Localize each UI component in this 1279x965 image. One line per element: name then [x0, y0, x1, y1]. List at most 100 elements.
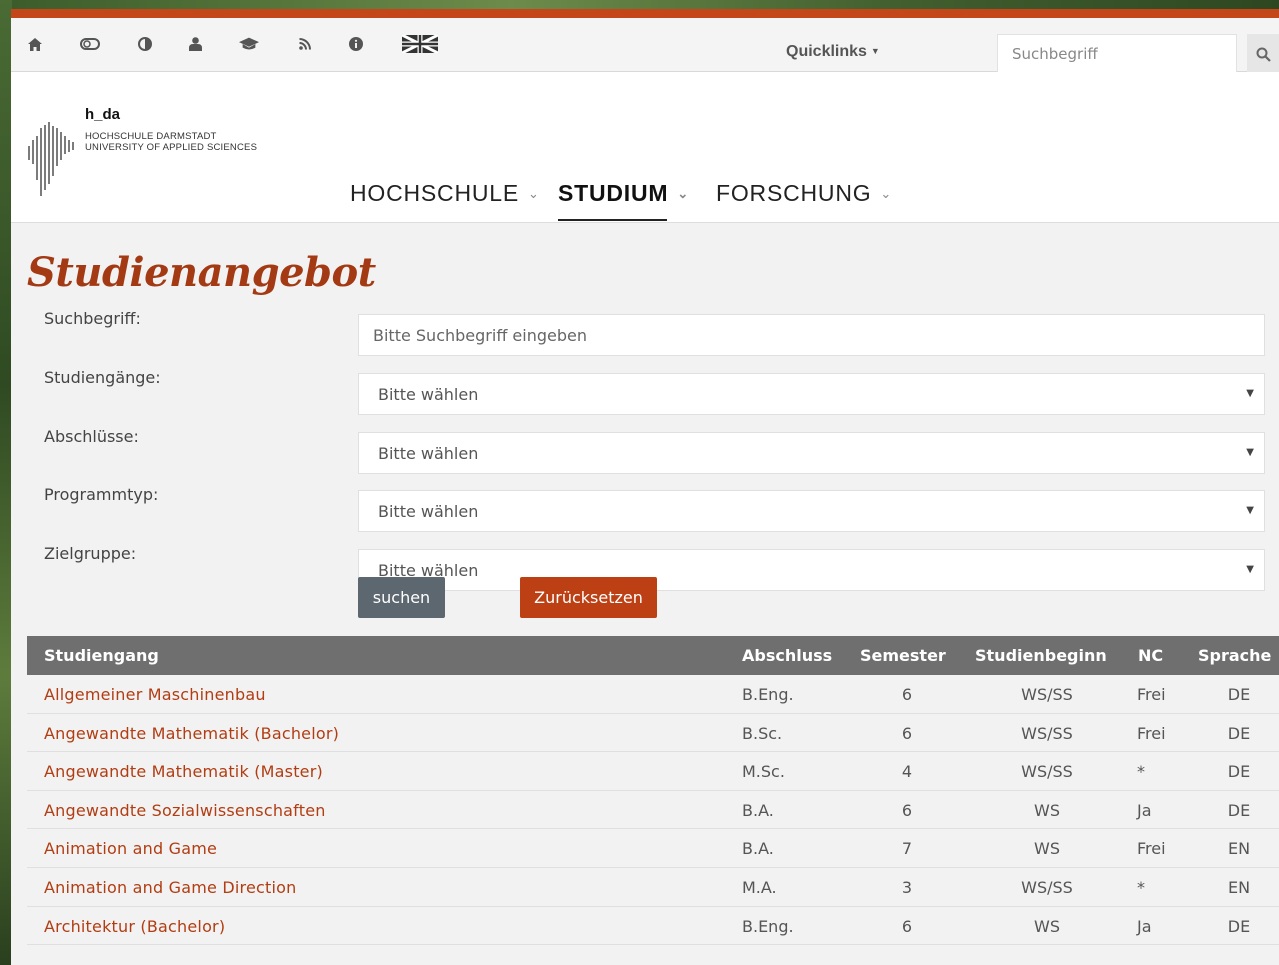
- cell-studienbeginn: WS/SS: [1021, 685, 1073, 704]
- cell-semester: 7: [901, 839, 913, 859]
- cell-semester: 6: [901, 916, 913, 936]
- cell-nc: Frei: [1137, 723, 1166, 743]
- program-link[interactable]: Angewandte Mathematik (Master): [44, 762, 323, 781]
- cell-nc: *: [1137, 762, 1145, 782]
- column-header-abschluss[interactable]: Abschluss: [742, 646, 832, 665]
- programmtyp-value: Bitte wählen: [378, 501, 479, 521]
- table-header: Studiengang Abschluss Semester Studienbe…: [27, 636, 1279, 675]
- select-arrow-icon: ▼: [1246, 564, 1254, 575]
- table-row: Animation and Game B.A. 7 WS Frei EN: [27, 829, 1279, 868]
- programmtyp-label: Programmtyp:: [44, 485, 159, 504]
- chevron-down-icon: ⌄: [677, 186, 690, 201]
- search-submit-button[interactable]: suchen: [358, 577, 445, 618]
- zielgruppe-select[interactable]: Bitte wählen ▼: [358, 549, 1265, 591]
- cell-nc: Frei: [1137, 685, 1166, 704]
- results-table: Studiengang Abschluss Semester Studienbe…: [27, 636, 1279, 946]
- column-header-studienbeginn[interactable]: Studienbeginn: [975, 646, 1107, 665]
- cell-semester: 6: [901, 723, 913, 743]
- abschluesse-value: Bitte wählen: [378, 443, 479, 463]
- chevron-down-icon: ⌄: [880, 186, 893, 201]
- global-search-input[interactable]: [997, 34, 1237, 74]
- home-icon[interactable]: [25, 34, 45, 54]
- table-row: Angewandte Mathematik (Bachelor) B.Sc. 6…: [27, 713, 1279, 753]
- studiengaenge-select[interactable]: Bitte wählen ▼: [358, 373, 1265, 415]
- cell-sprache: DE: [1227, 916, 1251, 936]
- select-arrow-icon: ▼: [1246, 505, 1254, 516]
- cell-studienbeginn: WS/SS: [1021, 877, 1073, 897]
- logo-icon[interactable]: [27, 122, 79, 196]
- logo-name[interactable]: h_da: [85, 106, 120, 123]
- info-icon[interactable]: [346, 34, 366, 54]
- cell-abschluss: M.A.: [742, 877, 777, 897]
- nav-item-hochschule[interactable]: HOCHSCHULE ⌄: [350, 180, 540, 207]
- search-icon: [1256, 47, 1271, 62]
- cell-semester: 3: [901, 877, 913, 897]
- cell-studienbeginn: WS: [1034, 839, 1060, 859]
- column-header-nc[interactable]: NC: [1138, 646, 1163, 665]
- zielgruppe-label: Zielgruppe:: [44, 544, 137, 563]
- programmtyp-select[interactable]: Bitte wählen ▼: [358, 490, 1265, 532]
- table-row: Animation and Game Direction M.A. 3 WS/S…: [27, 867, 1279, 907]
- site-header: h_da HOCHSCHULE DARMSTADT UNIVERSITY OF …: [11, 72, 1279, 223]
- chevron-down-icon: ⌄: [528, 186, 540, 201]
- cell-sprache: DE: [1227, 800, 1251, 820]
- cell-abschluss: B.A.: [742, 800, 774, 820]
- quicklinks-menu[interactable]: Quicklinks ▼: [786, 43, 880, 61]
- program-link[interactable]: Animation and Game: [44, 839, 217, 858]
- cell-nc: Ja: [1137, 916, 1152, 936]
- cell-nc: *: [1137, 877, 1145, 897]
- search-term-label: Suchbegriff:: [44, 309, 141, 328]
- column-header-semester[interactable]: Semester: [860, 646, 946, 665]
- column-header-studiengang[interactable]: Studiengang: [44, 646, 159, 665]
- main-content: Studienangebot Suchbegriff: Studiengänge…: [11, 223, 1279, 965]
- user-icon[interactable]: [185, 34, 205, 54]
- search-term-input[interactable]: [373, 325, 1264, 345]
- studiengaenge-label: Studiengänge:: [44, 368, 161, 387]
- cell-sprache: EN: [1227, 839, 1251, 859]
- cell-nc: Ja: [1137, 800, 1152, 820]
- program-link[interactable]: Angewandte Sozialwissenschaften: [44, 801, 326, 820]
- cell-abschluss: B.A.: [742, 839, 774, 859]
- page-title: Studienangebot: [27, 249, 376, 296]
- nav-item-forschung[interactable]: FORSCHUNG ⌄: [716, 180, 892, 207]
- uk-flag-icon[interactable]: [402, 34, 438, 54]
- program-link[interactable]: Angewandte Mathematik (Bachelor): [44, 724, 339, 743]
- cell-sprache: DE: [1227, 723, 1251, 743]
- nav-item-studium[interactable]: STUDIUM ⌄: [558, 180, 690, 221]
- cell-nc: Frei: [1137, 839, 1166, 859]
- table-row: Allgemeiner Maschinenbau B.Eng. 6 WS/SS …: [27, 675, 1279, 714]
- studiengaenge-value: Bitte wählen: [378, 384, 479, 404]
- cell-studienbeginn: WS: [1034, 800, 1060, 820]
- select-arrow-icon: ▼: [1246, 447, 1254, 458]
- program-link[interactable]: Architektur (Bachelor): [44, 917, 225, 936]
- nav-item-label: FORSCHUNG: [716, 180, 872, 206]
- accent-bar: [11, 9, 1279, 18]
- contrast-icon[interactable]: [135, 34, 155, 54]
- program-link[interactable]: Animation and Game Direction: [44, 878, 296, 897]
- cell-sprache: DE: [1227, 685, 1251, 704]
- graduation-cap-icon[interactable]: [239, 34, 259, 54]
- utility-bar: Quicklinks ▼: [11, 18, 1279, 74]
- table-row: Angewandte Sozialwissenschaften B.A. 6 W…: [27, 790, 1279, 830]
- table-row: Angewandte Mathematik (Master) M.Sc. 4 W…: [27, 752, 1279, 791]
- toggle-icon[interactable]: [80, 34, 100, 54]
- cell-studienbeginn: WS/SS: [1021, 723, 1073, 743]
- cell-abschluss: B.Eng.: [742, 916, 794, 936]
- select-arrow-icon: ▼: [1246, 388, 1254, 399]
- browser-page: Quicklinks▼ h_da H: [11, 9, 1279, 965]
- reset-button[interactable]: Zurücksetzen: [520, 577, 657, 618]
- rss-icon[interactable]: [295, 34, 315, 54]
- caret-down-icon: ▼: [870, 46, 880, 56]
- search-button[interactable]: [1247, 34, 1279, 74]
- program-link[interactable]: Allgemeiner Maschinenbau: [44, 685, 266, 704]
- logo-subtitle-line2: UNIVERSITY OF APPLIED SCIENCES: [85, 142, 258, 153]
- nav-item-label: STUDIUM: [558, 180, 669, 206]
- abschluesse-select[interactable]: Bitte wählen ▼: [358, 432, 1265, 474]
- cell-sprache: EN: [1227, 877, 1251, 897]
- abschluesse-label: Abschlüsse:: [44, 427, 139, 446]
- logo-subtitle-line1: HOCHSCHULE DARMSTADT: [85, 131, 217, 142]
- column-header-sprache[interactable]: Sprache: [1198, 646, 1271, 665]
- quicklinks-label: Quicklinks: [786, 43, 867, 60]
- cell-studienbeginn: WS/SS: [1021, 762, 1073, 782]
- search-term-field[interactable]: [358, 314, 1265, 356]
